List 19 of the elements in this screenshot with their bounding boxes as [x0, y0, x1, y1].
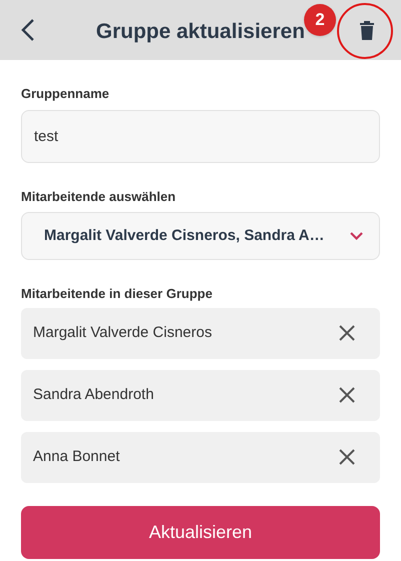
employee-dropdown[interactable]: Margalit Valverde Cisneros, Sandra A…: [21, 212, 380, 260]
member-name: Margalit Valverde Cisneros: [33, 322, 212, 343]
chevron-down-icon: [350, 232, 363, 240]
submit-button[interactable]: Aktualisieren: [21, 506, 380, 558]
close-icon: [339, 449, 355, 465]
field-label: Mitarbeitende auswählen: [21, 188, 177, 206]
remove-button[interactable]: [338, 324, 356, 342]
close-icon: [339, 387, 355, 403]
group-name-field[interactable]: test: [21, 110, 380, 162]
step-badge: 2: [304, 4, 336, 36]
trash-icon: [359, 20, 375, 40]
member-name: Anna Bonnet: [33, 446, 120, 467]
member-name: Sandra Abendroth: [33, 384, 154, 405]
page-title: Gruppe aktualisieren: [96, 19, 305, 45]
field-label: Gruppenname: [21, 85, 110, 103]
close-icon: [339, 325, 355, 341]
section-label: Mitarbeitende in dieser Gruppe: [21, 285, 214, 303]
remove-button[interactable]: [338, 448, 356, 466]
remove-button[interactable]: [338, 386, 356, 404]
